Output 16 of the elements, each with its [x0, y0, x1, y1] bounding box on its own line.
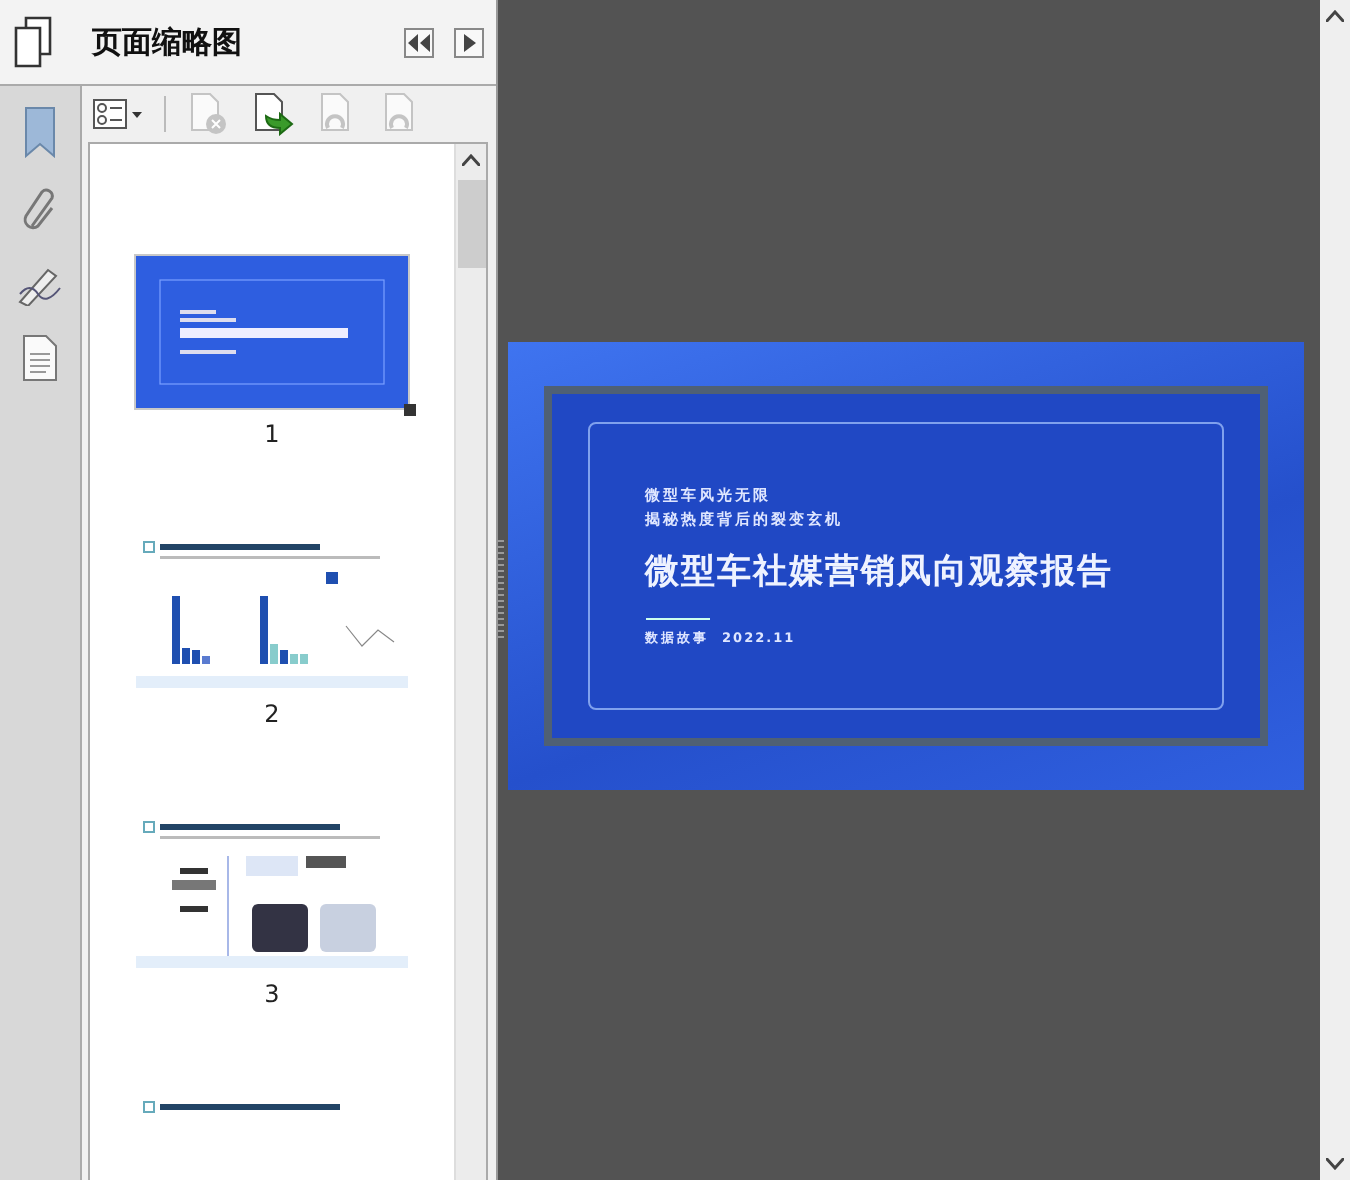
page-thumbnail[interactable]: [136, 816, 408, 968]
double-left-arrow-icon: [408, 33, 430, 51]
bookmark-icon[interactable]: [22, 106, 58, 158]
insert-page-button[interactable]: [250, 92, 294, 136]
document-icon[interactable]: [22, 334, 58, 382]
page-number: 1: [264, 420, 280, 448]
expand-panel-button[interactable]: [454, 27, 484, 57]
page-number: 2: [264, 700, 280, 728]
paperclip-icon[interactable]: [22, 186, 58, 234]
collapse-panel-button[interactable]: [404, 27, 434, 57]
scrollbar-thumb[interactable]: [457, 180, 485, 268]
page-thumbnail[interactable]: [136, 536, 408, 688]
right-arrow-icon: [463, 33, 475, 51]
panel-title: 页面缩略图: [92, 23, 244, 61]
page-number: 3: [264, 980, 280, 1008]
slide-title: 微型车社媒营销风向观察报告: [645, 550, 1115, 594]
